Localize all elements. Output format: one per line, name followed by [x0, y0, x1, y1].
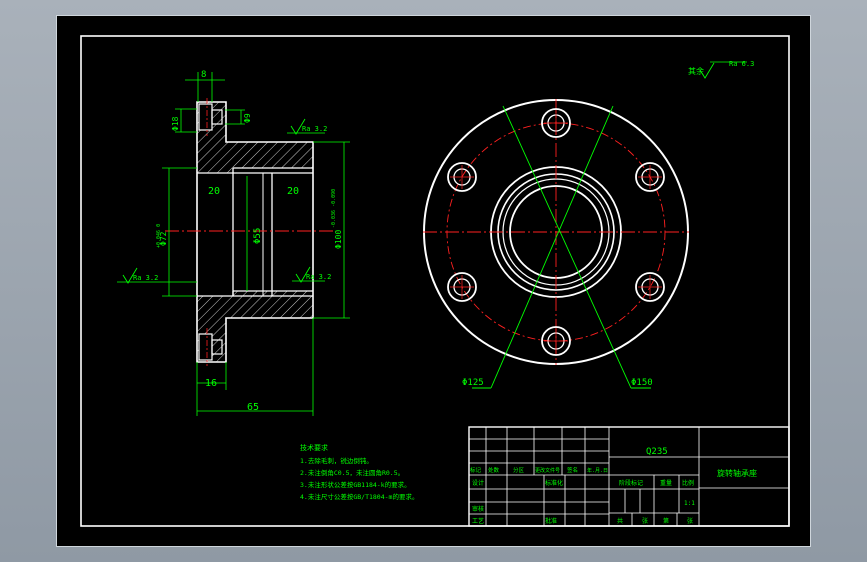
- dim-bore-right: 20: [287, 186, 299, 197]
- label-check: 审核: [472, 505, 484, 513]
- corner-roughness-value: Ra 6.3: [729, 60, 754, 68]
- dim-outer-left-tol: +0.046 0: [156, 224, 162, 248]
- sheet-total-prefix: 共: [617, 517, 623, 525]
- label-design: 设计: [472, 479, 484, 487]
- row-label-3: 分区: [513, 466, 525, 474]
- title-block: Q235 旋转轴承座 标记 处数 分区 更改文件号 签名 年.月.日 设计 标准…: [468, 426, 790, 527]
- roughness-label-3: Ra 3.2: [306, 273, 331, 281]
- drawing-sheet: 8 Φ18 Φ9 20 20 Φ55 Φ72 +0.046 0 Φ100 -0.…: [56, 15, 811, 547]
- label-pcd: Φ125: [462, 378, 484, 388]
- section-view: 8 Φ18 Φ9 20 20 Φ55 Φ72 +0.046 0 Φ100 -0.…: [117, 62, 715, 416]
- tech-item-3: 3.未注形状公差按GB1184-k的要求。: [300, 480, 411, 489]
- row-label-4: 更改文件号: [535, 467, 560, 474]
- tech-item-4: 4.未注尺寸公差按GB/T1804-m的要求。: [300, 492, 418, 501]
- cad-drawing: 8 Φ18 Φ9 20 20 Φ55 Φ72 +0.046 0 Φ100 -0.…: [80, 35, 790, 527]
- tech-requirements: 技术要求 1.去除毛刺，锐边倒钝。 2.未注倒角C0.5，未注圆角R0.5。 3…: [300, 443, 418, 501]
- corner-roughness-prefix: 其余: [688, 66, 704, 76]
- roughness-label-1: Ra 3.2: [302, 125, 327, 133]
- tech-title: 技术要求: [300, 443, 328, 452]
- sheet-no-suffix: 张: [687, 517, 693, 525]
- label-stage: 阶段标记: [619, 479, 643, 487]
- dim-outer-right: Φ100: [334, 230, 343, 249]
- label-standardize: 标准化: [545, 479, 563, 487]
- dim-top: 8: [201, 70, 206, 80]
- dim-center: Φ55: [253, 228, 263, 244]
- tech-item-1: 1.去除毛刺，锐边倒钝。: [300, 456, 373, 465]
- label-scale: 比例: [682, 479, 694, 487]
- row-label-5: 签名: [567, 466, 578, 474]
- dim-small-right: Φ9: [243, 113, 252, 123]
- label-outer: Φ150: [631, 378, 653, 388]
- roughness-label-2: Ra 3.2: [133, 274, 158, 282]
- label-weight: 重量: [660, 479, 672, 487]
- dim-outer-right-tol: -0.036 -0.090: [331, 189, 337, 228]
- title-part-name: 旋转轴承座: [717, 468, 757, 478]
- row-label-1: 标记: [470, 466, 482, 474]
- dim-bore-left: 20: [208, 186, 220, 197]
- row-label-2: 处数: [488, 466, 500, 474]
- row-label-6: 年.月.日: [587, 467, 608, 474]
- label-process: 工艺: [472, 517, 484, 525]
- sheet-total-suffix: 张: [642, 517, 648, 525]
- sheet-no-prefix: 第: [663, 517, 669, 525]
- dim-bottom-total: 65: [247, 402, 259, 413]
- tech-item-2: 2.未注倒角C0.5，未注圆角R0.5。: [300, 468, 404, 477]
- title-material: Q235: [646, 447, 668, 457]
- front-view: Φ125 Φ150: [423, 99, 689, 389]
- dim-small-left: Φ18: [171, 116, 180, 131]
- label-approve: 批准: [545, 517, 557, 525]
- inner-border: [80, 35, 790, 527]
- value-scale: 1:1: [684, 500, 695, 507]
- dim-bottom-small: 16: [205, 378, 217, 389]
